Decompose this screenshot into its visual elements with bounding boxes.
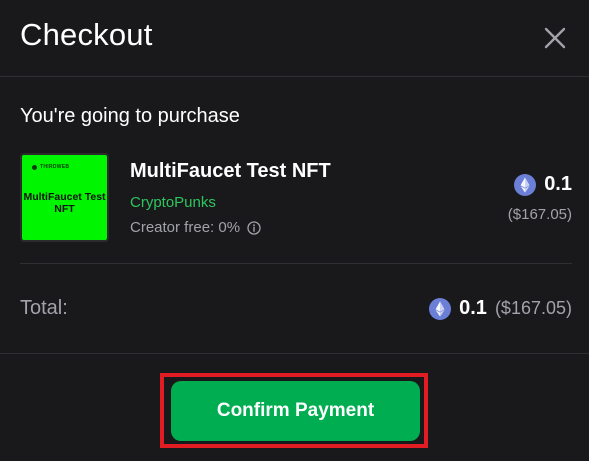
nft-name: MultiFaucet Test NFT	[130, 160, 331, 182]
collection-name[interactable]: CryptoPunks	[130, 194, 216, 211]
thumbnail-brand-text: THIRDWEB	[40, 164, 70, 170]
item-divider	[20, 263, 572, 264]
ethereum-icon	[514, 173, 537, 196]
close-icon	[544, 27, 566, 49]
ethereum-icon	[429, 297, 452, 320]
dialog-title: Checkout	[20, 17, 153, 52]
total-usd: ($167.05)	[494, 298, 572, 318]
total-value: 0.1	[459, 297, 487, 319]
item-price: 0.1	[514, 173, 572, 196]
checkout-dialog: Checkout You're going to purchase THIRDW…	[0, 0, 589, 461]
brand-logo-icon	[32, 164, 37, 170]
creator-fee-row: Creator free: 0%	[130, 219, 261, 236]
info-icon[interactable]	[247, 220, 261, 235]
thumbnail-brand: THIRDWEB	[32, 164, 69, 170]
purchase-subtitle: You're going to purchase	[20, 105, 240, 127]
price-usd: ($167.05)	[507, 206, 572, 223]
close-button[interactable]	[540, 23, 570, 53]
dialog-header: Checkout	[0, 0, 589, 76]
price-value: 0.1	[544, 173, 572, 195]
total-label: Total:	[20, 297, 68, 319]
thumbnail-title: MultiFaucet Test NFT	[23, 191, 106, 215]
footer-divider	[0, 353, 589, 354]
header-divider	[0, 76, 589, 77]
total-amount: 0.1 ($167.05)	[429, 297, 572, 320]
confirm-payment-button[interactable]: Confirm Payment	[171, 381, 420, 441]
nft-thumbnail: THIRDWEB MultiFaucet Test NFT	[20, 153, 109, 242]
creator-fee: Creator free: 0%	[130, 219, 241, 236]
